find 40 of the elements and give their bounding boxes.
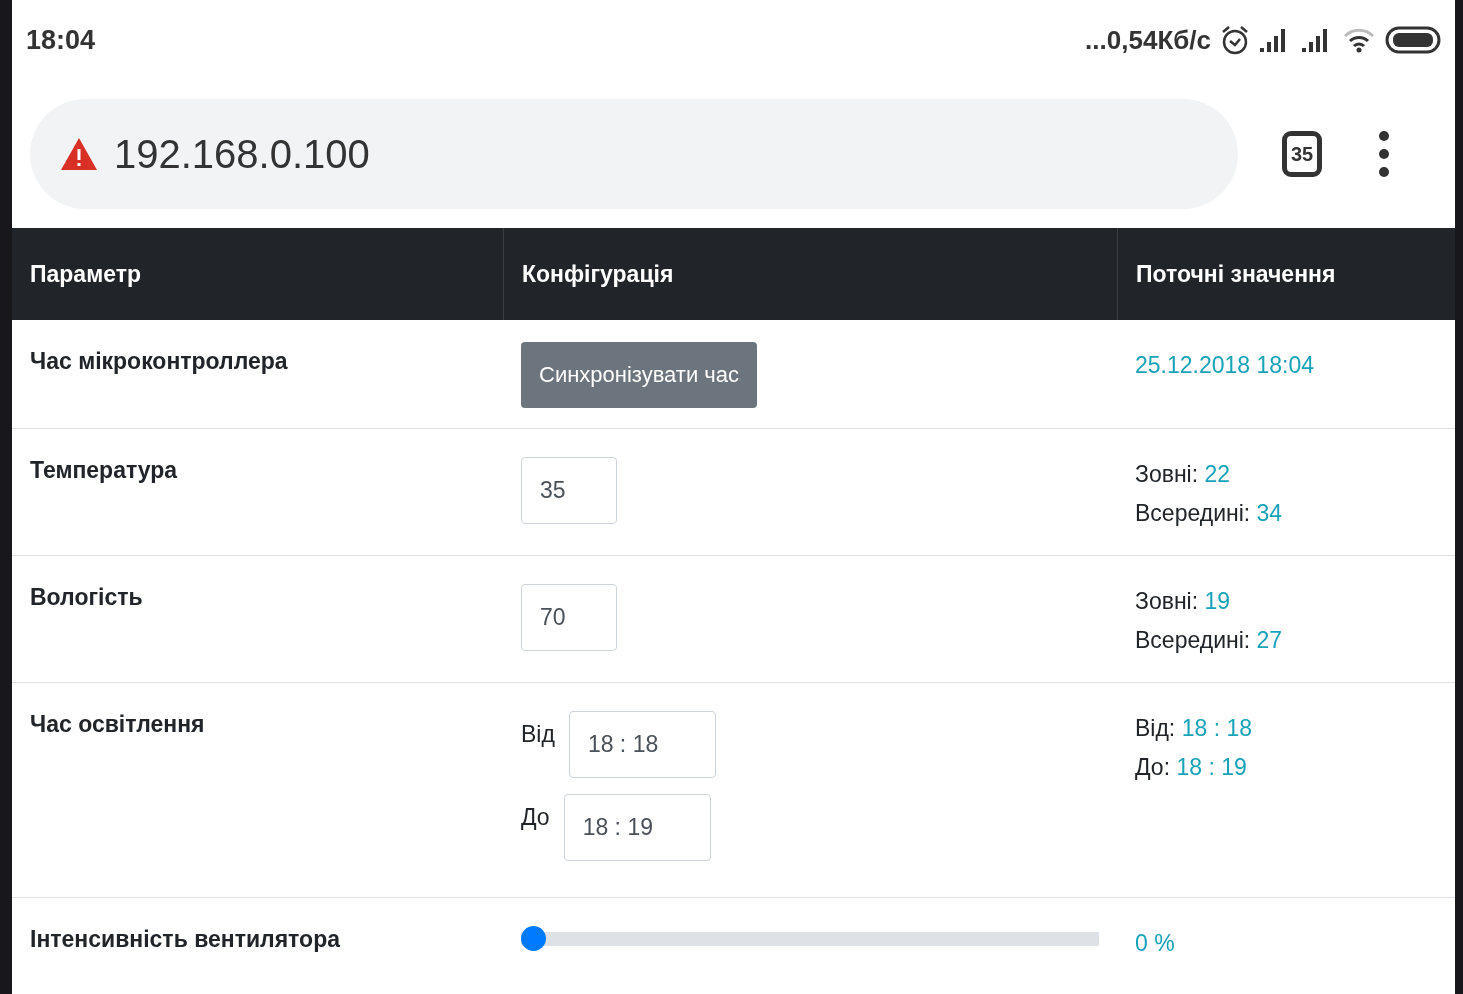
value-text: 22 [1204, 461, 1231, 487]
parameter-name: Час мікроконтроллера [30, 348, 288, 374]
parameter-name: Вологість [30, 584, 143, 610]
address-bar[interactable]: 192.168.0.100 [30, 99, 1238, 209]
alarm-clock-icon [1221, 25, 1249, 55]
column-header: Поточні значення [1117, 228, 1455, 320]
value-text: 19 [1204, 588, 1231, 614]
parameter-name: Інтенсивність вентилятора [30, 926, 340, 952]
menu-icon[interactable] [1378, 131, 1390, 177]
sync-time-button[interactable]: Синхронізувати час [521, 342, 758, 408]
url-text: 192.168.0.100 [114, 131, 370, 177]
value-text: 27 [1256, 627, 1283, 653]
field-label: До [521, 803, 550, 831]
value-label: Зовні: [1135, 588, 1199, 614]
battery-icon [1385, 26, 1441, 54]
warning-icon [60, 137, 98, 171]
time-field[interactable]: 18 : 19 [563, 794, 711, 861]
parameter-name: Температура [30, 457, 178, 483]
value-label: Всередині: [1135, 627, 1251, 653]
tab-count-button[interactable]: 35 [1282, 131, 1322, 177]
network-speed: ...0,54Кб/с [1085, 24, 1211, 56]
value-text: 18 : 19 [1176, 754, 1247, 780]
input-field[interactable]: 35 [521, 457, 617, 524]
column-header: Параметр [12, 228, 503, 320]
parameter-name: Час освітлення [30, 711, 205, 737]
value-label: Всередині: [1135, 500, 1251, 526]
time-field[interactable]: 18 : 18 [568, 711, 716, 778]
slider-thumb[interactable] [521, 926, 546, 951]
value-text: 25.12.2018 18:04 [1135, 352, 1315, 378]
value-label: До: [1135, 754, 1171, 780]
field-label: Від [521, 720, 555, 748]
column-header: Конфігурація [503, 228, 1117, 320]
value-label: Від: [1135, 715, 1176, 741]
value-text: 18 : 18 [1181, 715, 1252, 741]
value-label: Зовні: [1135, 461, 1199, 487]
value-text: 34 [1256, 500, 1283, 526]
clock-time: 18:04 [26, 24, 96, 56]
value-text: 0 % [1135, 930, 1175, 956]
input-field[interactable]: 70 [521, 584, 617, 651]
wifi-icon [1343, 27, 1375, 53]
